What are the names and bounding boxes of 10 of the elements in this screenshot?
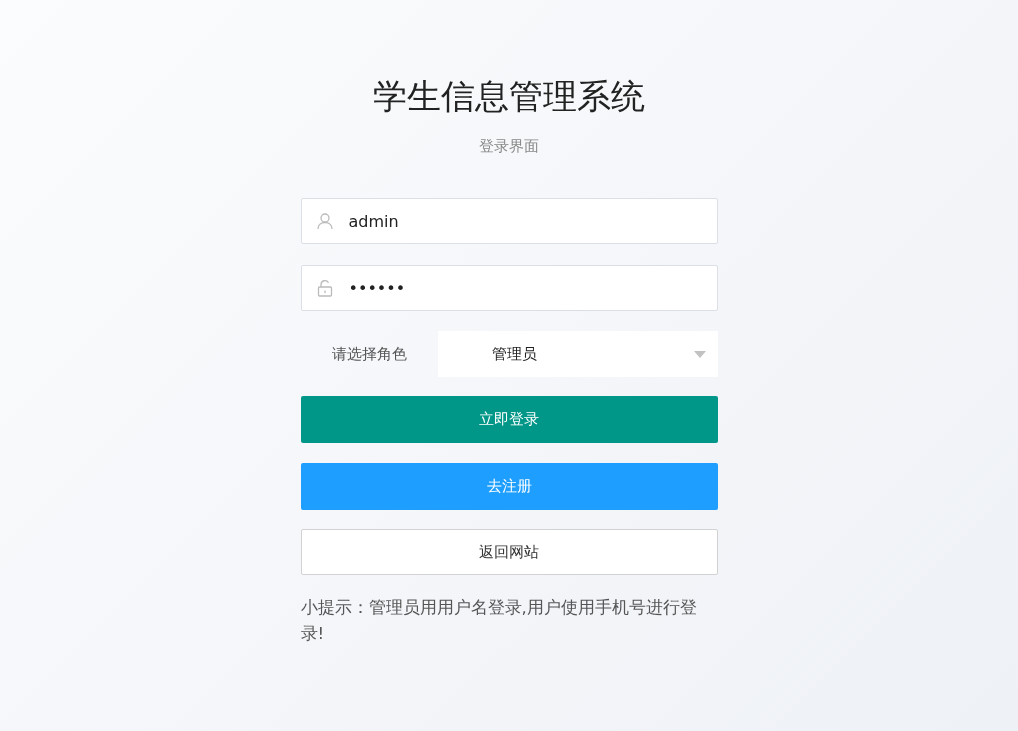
page-subtitle: 登录界面	[478, 136, 540, 156]
action-button[interactable]: 立即登录	[300, 396, 718, 443]
hint-text: 小提示：管理员用用户名登录,用户使用手机号进行登录!	[300, 597, 698, 645]
page-title: 学生信息管理系统	[372, 75, 646, 118]
action-button[interactable]: 返回网站	[300, 529, 718, 575]
password-field[interactable]: ••••••	[300, 265, 718, 311]
caret-icon	[693, 350, 706, 358]
role-select[interactable]: 管理员	[437, 331, 718, 377]
username-field[interactable]: admin	[300, 198, 718, 244]
role-label: 请选择角色	[330, 344, 408, 364]
